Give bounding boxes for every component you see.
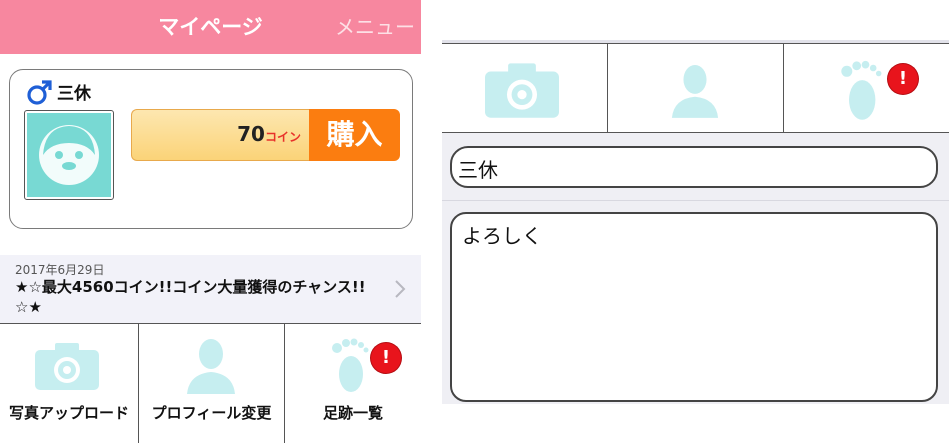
menu-button[interactable]: メニュー	[335, 0, 415, 54]
male-symbol-icon	[27, 80, 52, 105]
notification-badge: !	[888, 64, 918, 94]
tile-footprints[interactable]: !	[784, 44, 949, 132]
footprint-icon	[332, 338, 369, 392]
news-text: ★☆最大4560コイン!!コイン大量獲得のチャンス!!☆★	[15, 278, 366, 316]
tile-footprints[interactable]: ! 足跡一覧	[285, 324, 421, 443]
tile-photo[interactable]	[442, 44, 607, 132]
bio-textarea[interactable]: よろしく	[450, 212, 938, 402]
profile-card: 三休 70コイン 購入	[9, 69, 413, 229]
chevron-right-icon	[395, 280, 406, 298]
notification-badge: !	[371, 343, 401, 373]
tile-profile-edit[interactable]: プロフィール変更	[139, 324, 284, 443]
tile-label: 足跡一覧	[322, 404, 383, 422]
camera-icon	[485, 63, 559, 118]
user-name: 三休	[57, 84, 91, 104]
profile-edit-tiles: !	[442, 43, 949, 133]
buy-button[interactable]: 購入	[309, 109, 400, 161]
header-bar: マイページ メニュー	[0, 0, 421, 54]
coin-value: 70	[237, 122, 265, 146]
profile-edit-panel: ! 三休 よろしく	[442, 40, 949, 404]
coin-purchase-box: 70コイン 購入	[131, 109, 400, 161]
name-input[interactable]: 三休	[450, 146, 938, 188]
tile-profile[interactable]	[608, 44, 783, 132]
action-tiles: 写真アップロード プロフィール変更 ! 足跡一覧	[0, 323, 421, 443]
avatar[interactable]	[24, 110, 114, 200]
coin-balance: 70コイン	[131, 109, 309, 161]
tile-label: 写真アップロード	[8, 404, 129, 422]
person-silhouette-icon	[187, 339, 235, 394]
tile-photo-upload[interactable]: 写真アップロード	[0, 324, 138, 443]
tile-label: プロフィール変更	[151, 404, 272, 422]
footprint-icon	[841, 60, 882, 120]
news-item[interactable]: 2017年6月29日 ★☆最大4560コイン!!コイン大量獲得のチャンス!!☆★	[0, 255, 421, 323]
coin-unit: コイン	[264, 130, 301, 144]
person-silhouette-icon	[671, 65, 719, 118]
camera-icon	[35, 343, 99, 390]
news-date: 2017年6月29日	[15, 263, 105, 277]
mypage-panel: マイページ メニュー 三休 70コイン 購入 2017年6月29日 ★☆最大45…	[0, 0, 421, 443]
penguin-avatar-icon	[39, 125, 99, 185]
